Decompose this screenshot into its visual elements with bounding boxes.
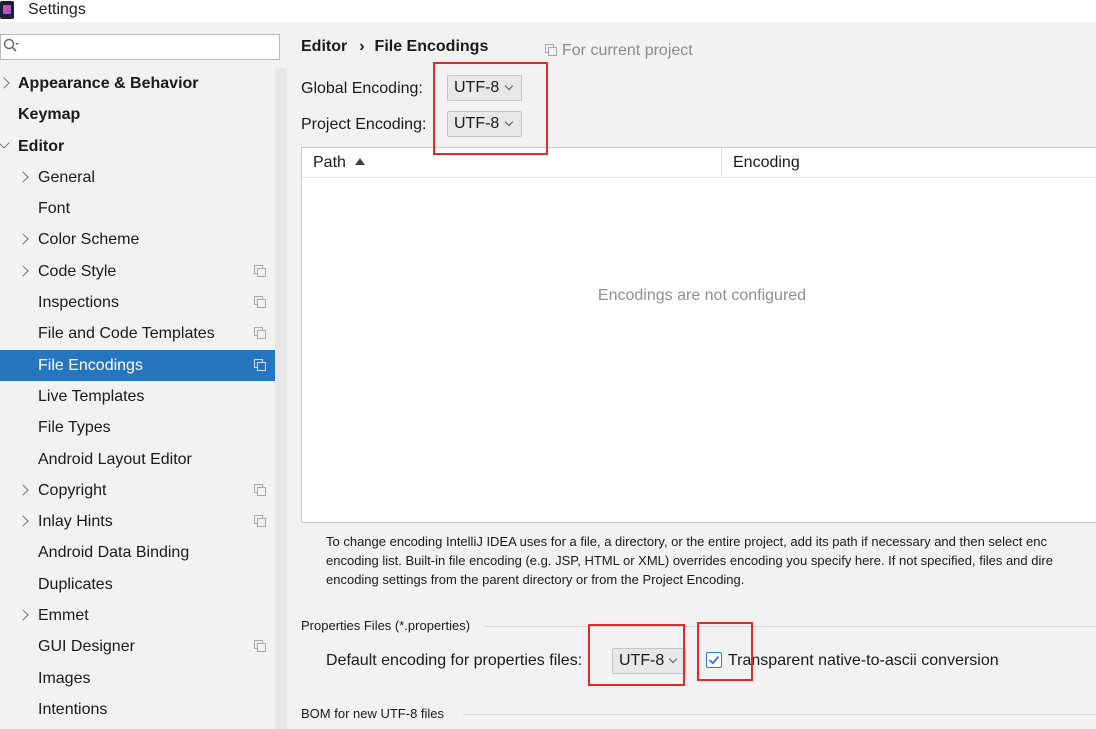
settings-sidebar: Appearance & Behavior Keymap Editor General… [0,26,287,729]
sidebar-item-label: Inspections [38,294,119,312]
sidebar-item-label: Live Templates [38,387,145,405]
sidebar-item-font[interactable]: Font [0,193,287,224]
project-scope-icon [254,264,266,277]
section-divider [463,714,1096,715]
bom-section-title: BOM for new UTF-8 files [301,706,445,721]
sidebar-item-label: File Encodings [38,356,143,374]
sort-ascending-icon [355,158,365,165]
settings-search-input[interactable] [0,34,280,60]
project-scope-icon [254,640,266,653]
sidebar-item-keymap[interactable]: Keymap [0,99,287,130]
table-empty-text: Encodings are not configured [597,287,807,304]
highlight-box [697,622,753,681]
search-icon [3,38,19,52]
chevron-right-icon[interactable] [17,171,29,183]
sidebar-item-label: Keymap [18,106,81,124]
breadcrumb: Editor › File Encodings [301,38,488,56]
sidebar-item-inlay-hints[interactable]: Inlay Hints [0,506,287,537]
project-scope-icon [254,483,266,496]
sidebar-item-emmet[interactable]: Emmet [0,600,287,631]
global-encoding-label: Global Encoding: [301,80,423,97]
sidebar-item-code-style[interactable]: Code Style [0,256,287,287]
sidebar-item-label: Code Style [38,262,117,280]
sidebar-item-label: Font [38,200,71,218]
help-text-line: encoding settings from the parent direct… [326,572,745,587]
window-title: Settings [28,1,86,18]
sidebar-item-general[interactable]: General [0,162,287,193]
sidebar-item-label: Appearance & Behavior [18,75,199,92]
highlight-box [433,62,548,155]
help-text: To change encoding IntelliJ IDEA uses fo… [326,532,1096,589]
sidebar-item-label: Inlay Hints [38,513,113,531]
sidebar-item-label: Android Layout Editor [38,450,192,468]
sidebar-item-editor[interactable]: Editor [0,131,287,162]
column-header-encoding[interactable]: Encoding [733,154,800,172]
sidebar-item-label: Editor [18,137,65,155]
project-encoding-label: Project Encoding: [301,116,427,133]
path-encoding-table[interactable]: Path Encoding Encodings are not configur… [301,147,1096,523]
help-text-line: encoding list. Built-in file encoding (e… [326,553,1053,568]
chevron-right-icon[interactable] [0,77,10,89]
sidebar-item-file-types[interactable]: File Types [0,412,287,443]
properties-default-encoding-label: Default encoding for properties files: [326,652,583,669]
sidebar-item-label: File Types [38,419,111,437]
chevron-right-icon[interactable] [17,609,29,621]
sidebar-item-duplicates[interactable]: Duplicates [0,569,287,600]
app-icon [0,1,14,19]
table-header: Path Encoding [302,148,1096,178]
sidebar-item-label: Emmet [38,607,89,625]
sidebar-item-label: Duplicates [38,575,113,593]
sidebar-item-copyright[interactable]: Copyright [0,475,287,506]
sidebar-item-file-encodings[interactable]: File Encodings [0,349,287,381]
sidebar-item-label: Color Scheme [38,231,140,249]
project-scope-icon [545,44,557,56]
sidebar-item-images[interactable]: Images [0,663,287,694]
column-divider[interactable] [721,148,722,178]
sidebar-item-label: Images [38,669,91,687]
scope-note-label: For current project [562,42,693,59]
sidebar-item-label: Android Data Binding [38,544,190,562]
chevron-down-icon[interactable] [0,136,10,149]
project-scope-icon [254,327,266,340]
column-header-path[interactable]: Path [313,154,346,172]
sidebar-item-live-templates[interactable]: Live Templates [0,381,287,412]
native-to-ascii-label[interactable]: Transparent native-to-ascii conversion [728,652,999,670]
chevron-right-icon[interactable] [17,484,29,496]
sidebar-item-file-and-code-templates[interactable]: File and Code Templates [0,318,287,349]
sidebar-item-intentions[interactable]: Intentions [0,694,287,725]
settings-content: Editor › File Encodings For current projec… [287,26,1096,729]
sidebar-item-label: Intentions [38,700,108,718]
breadcrumb-separator: › [359,38,365,55]
breadcrumb-current: File Encodings [374,38,489,55]
sidebar-scrollbar[interactable] [275,68,287,729]
breadcrumb-parent[interactable]: Editor [301,38,347,55]
chevron-right-icon[interactable] [17,515,29,527]
sidebar-item-gui-designer[interactable]: GUI Designer [0,631,287,662]
chevron-right-icon[interactable] [17,265,29,277]
sidebar-item-android-layout-editor[interactable]: Android Layout Editor [0,444,287,475]
sidebar-item-label: Copyright [38,481,107,499]
project-scope-icon [254,515,266,528]
sidebar-item-color-scheme[interactable]: Color Scheme [0,224,287,255]
chevron-right-icon[interactable] [17,233,29,246]
sidebar-item-appearance-behavior[interactable]: Appearance & Behavior [0,68,287,99]
properties-section-title: Properties Files (*.properties) [301,618,471,633]
project-scope-icon [254,358,266,371]
help-text-line: To change encoding IntelliJ IDEA uses fo… [326,534,1047,549]
sidebar-item-label: File and Code Templates [38,325,215,343]
title-bar: Settings [0,0,1096,22]
scope-note: For current project [545,42,693,60]
sidebar-item-android-data-binding[interactable]: Android Data Binding [0,537,287,568]
sidebar-item-label: GUI Designer [38,638,135,656]
highlight-box [588,624,685,686]
sidebar-item-label: General [38,168,95,186]
section-divider [484,626,1096,627]
settings-tree: Appearance & Behavior Keymap Editor General… [0,68,287,725]
